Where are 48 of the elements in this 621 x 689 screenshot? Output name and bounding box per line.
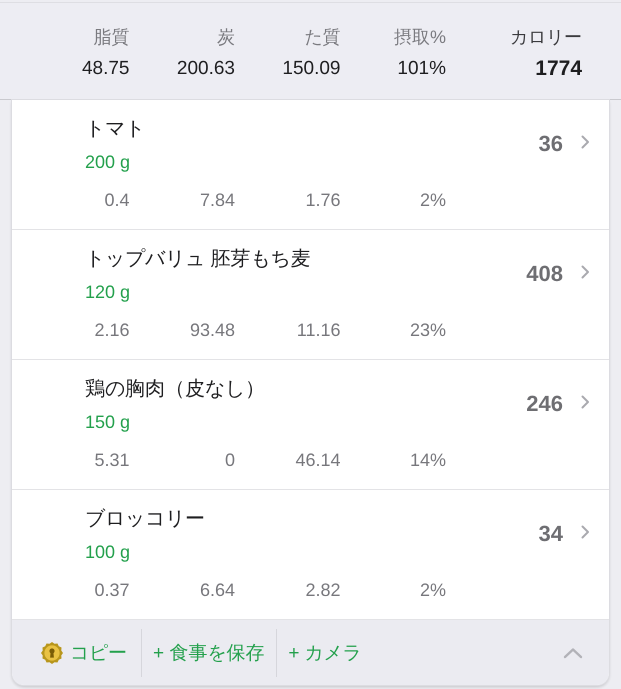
- nutrient-value: 2%: [420, 579, 446, 602]
- nutrient-total: 101%: [397, 57, 446, 81]
- chevron-right-icon: [581, 395, 590, 409]
- food-amount: 120 g: [85, 281, 130, 304]
- food-calories: 408: [526, 260, 563, 288]
- nutrient-value: 14%: [410, 449, 446, 472]
- food-name: 鶏の胸肉（皮なし）: [85, 377, 265, 402]
- nutrient-value: 0.4: [104, 189, 130, 212]
- food-calories: 246: [526, 390, 563, 418]
- nutrient-label: 摂取%: [394, 26, 446, 49]
- food-calories: 34: [538, 520, 563, 548]
- chevron-right-icon: [581, 265, 590, 279]
- medal-icon: [41, 642, 63, 664]
- nutrient-total: 200.63: [176, 57, 235, 81]
- nutrient-value: 2.16: [94, 319, 130, 342]
- calories-total: 1774: [535, 56, 582, 82]
- food-amount: 100 g: [85, 541, 130, 564]
- nutrient-value: 11.16: [296, 319, 340, 342]
- collapse-button[interactable]: [563, 646, 583, 658]
- nutrient-value: 23%: [410, 319, 446, 342]
- chevron-right-icon: [581, 135, 590, 149]
- nutrient-value: 2.82: [305, 579, 340, 602]
- food-amount: 150 g: [85, 411, 130, 434]
- copy-button[interactable]: コピー: [41, 628, 141, 676]
- food-calories: 36: [538, 130, 563, 158]
- nutrient-label: た質: [304, 26, 340, 49]
- nutrient-value: 0.37: [94, 579, 130, 602]
- food-amount: 200 g: [85, 151, 130, 174]
- nutrient-value: 5.31: [94, 449, 130, 472]
- food-name: トマト: [85, 117, 145, 142]
- chevron-right-icon: [581, 525, 590, 539]
- nutrient-total: 48.75: [82, 57, 130, 81]
- nutrient-value: 46.14: [295, 449, 340, 472]
- nutrient-value: 2%: [420, 189, 446, 212]
- nutrient-label: 脂質: [94, 26, 130, 49]
- food-name: ブロッコリー: [85, 507, 205, 532]
- nutrient-value: 7.84: [200, 189, 235, 212]
- add-button[interactable]: + カメラ: [276, 628, 374, 676]
- calories-label: カロリー: [510, 26, 582, 49]
- nutrient-value: 0: [224, 449, 235, 472]
- nutrient-value: 93.48: [190, 319, 235, 342]
- nutrient-total: 150.09: [282, 57, 340, 81]
- nutrient-value: 1.76: [305, 189, 340, 212]
- chevron-up-icon: [563, 646, 583, 658]
- add-button[interactable]: + 食事を保存: [141, 628, 276, 676]
- food-name: トップバリュ 胚芽もち麦: [85, 247, 311, 272]
- nutrient-label: 炭: [217, 26, 235, 49]
- nutrient-value: 6.64: [200, 579, 235, 602]
